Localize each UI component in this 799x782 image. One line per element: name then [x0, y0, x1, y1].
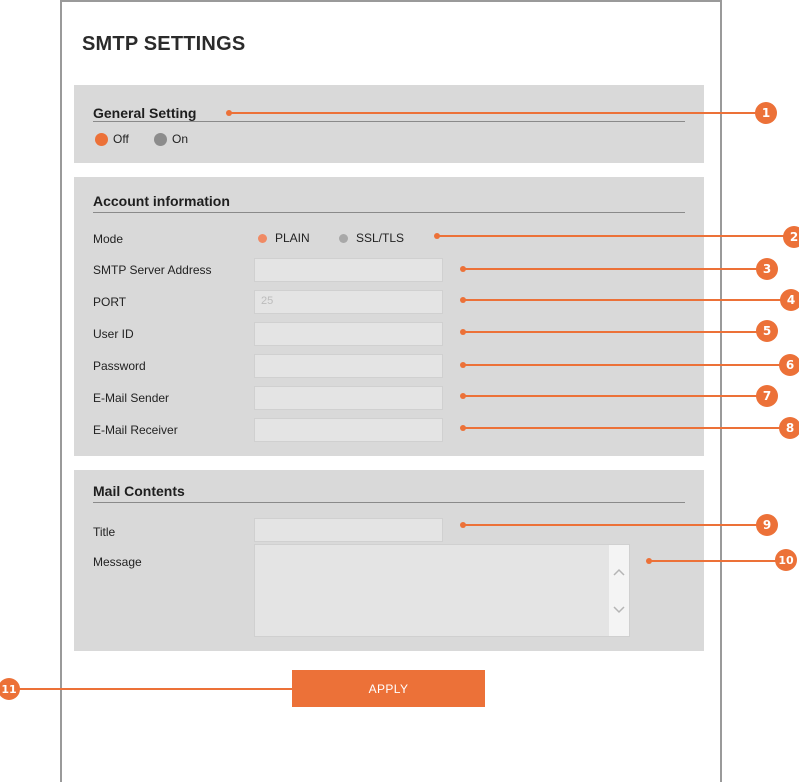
radio-ssl-tls-label: SSL/TLS	[356, 231, 405, 245]
callout-badge-2: 2	[783, 226, 799, 248]
callout-badge-1: 1	[755, 102, 777, 124]
mode-label: Mode	[93, 232, 124, 246]
smtp-server-address-label: SMTP Server Address	[93, 263, 212, 277]
port-label: PORT	[93, 295, 127, 309]
mail-contents-divider	[93, 502, 685, 503]
callout-badge-11: 11	[0, 678, 20, 700]
callout-badge-10: 10	[775, 549, 797, 571]
apply-button[interactable]: APPLY	[292, 670, 485, 707]
radio-ssl-tls[interactable]: SSL/TLS	[339, 231, 404, 245]
email-receiver-label: E-Mail Receiver	[93, 423, 178, 437]
radio-off[interactable]: Off	[95, 132, 129, 146]
message-label: Message	[93, 555, 142, 569]
callout-badge-7: 7	[756, 385, 778, 407]
password-label: Password	[93, 359, 146, 373]
user-id-label: User ID	[93, 327, 134, 341]
radio-plain-label: PLAIN	[275, 231, 310, 245]
title-input[interactable]	[254, 518, 443, 542]
callout-badge-3: 3	[756, 258, 778, 280]
account-information-panel: Account information Mode PLAIN SSL/TLS S…	[74, 177, 704, 456]
radio-plain[interactable]: PLAIN	[258, 231, 310, 245]
general-setting-divider	[93, 121, 685, 122]
callout-badge-6: 6	[779, 354, 799, 376]
email-sender-input[interactable]	[254, 386, 443, 410]
radio-unselected-dot	[339, 233, 348, 243]
callout-badge-8: 8	[779, 417, 799, 439]
title-label: Title	[93, 525, 116, 539]
radio-on-label: On	[172, 132, 189, 146]
callout-badge-5: 5	[756, 320, 778, 342]
account-information-heading: Account information	[93, 193, 230, 209]
general-setting-panel: General Setting Off On	[74, 85, 704, 163]
general-setting-heading: General Setting	[93, 105, 197, 121]
chevron-down-icon[interactable]	[613, 605, 625, 615]
email-receiver-input[interactable]	[254, 418, 443, 442]
callout-badge-9: 9	[756, 514, 778, 536]
radio-unselected-dot	[154, 132, 167, 146]
password-input[interactable]	[254, 354, 443, 378]
mail-contents-heading: Mail Contents	[93, 483, 185, 499]
message-scrollbar[interactable]	[609, 545, 629, 636]
mail-contents-panel: Mail Contents Title Message	[74, 470, 704, 651]
chevron-up-icon[interactable]	[613, 567, 625, 577]
user-id-input[interactable]	[254, 322, 443, 346]
callout-badge-4: 4	[780, 289, 799, 311]
radio-selected-dot	[258, 233, 267, 243]
radio-on[interactable]: On	[154, 132, 188, 146]
smtp-server-address-input[interactable]	[254, 258, 443, 282]
account-information-divider	[93, 212, 685, 213]
radio-off-label: Off	[113, 132, 129, 146]
port-input[interactable]: 25	[254, 290, 443, 314]
email-sender-label: E-Mail Sender	[93, 391, 170, 405]
page-title: SMTP SETTINGS	[82, 33, 246, 55]
radio-selected-dot	[95, 132, 108, 146]
message-textarea[interactable]	[254, 544, 630, 637]
